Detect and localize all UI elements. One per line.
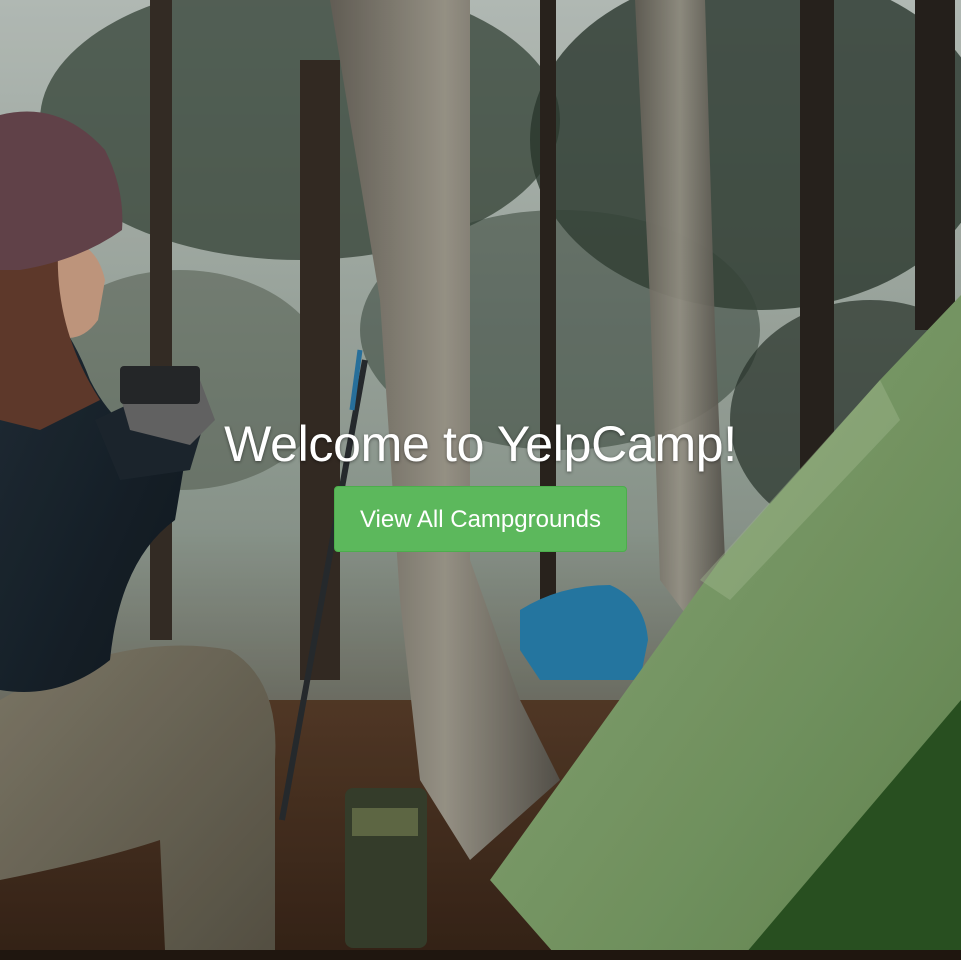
page-title: Welcome to YelpCamp! <box>224 416 737 472</box>
view-all-campgrounds-button[interactable]: View All Campgrounds <box>333 486 628 552</box>
landing-page: Welcome to YelpCamp! View All Campground… <box>0 0 961 960</box>
hero: Welcome to YelpCamp! View All Campground… <box>0 414 961 552</box>
